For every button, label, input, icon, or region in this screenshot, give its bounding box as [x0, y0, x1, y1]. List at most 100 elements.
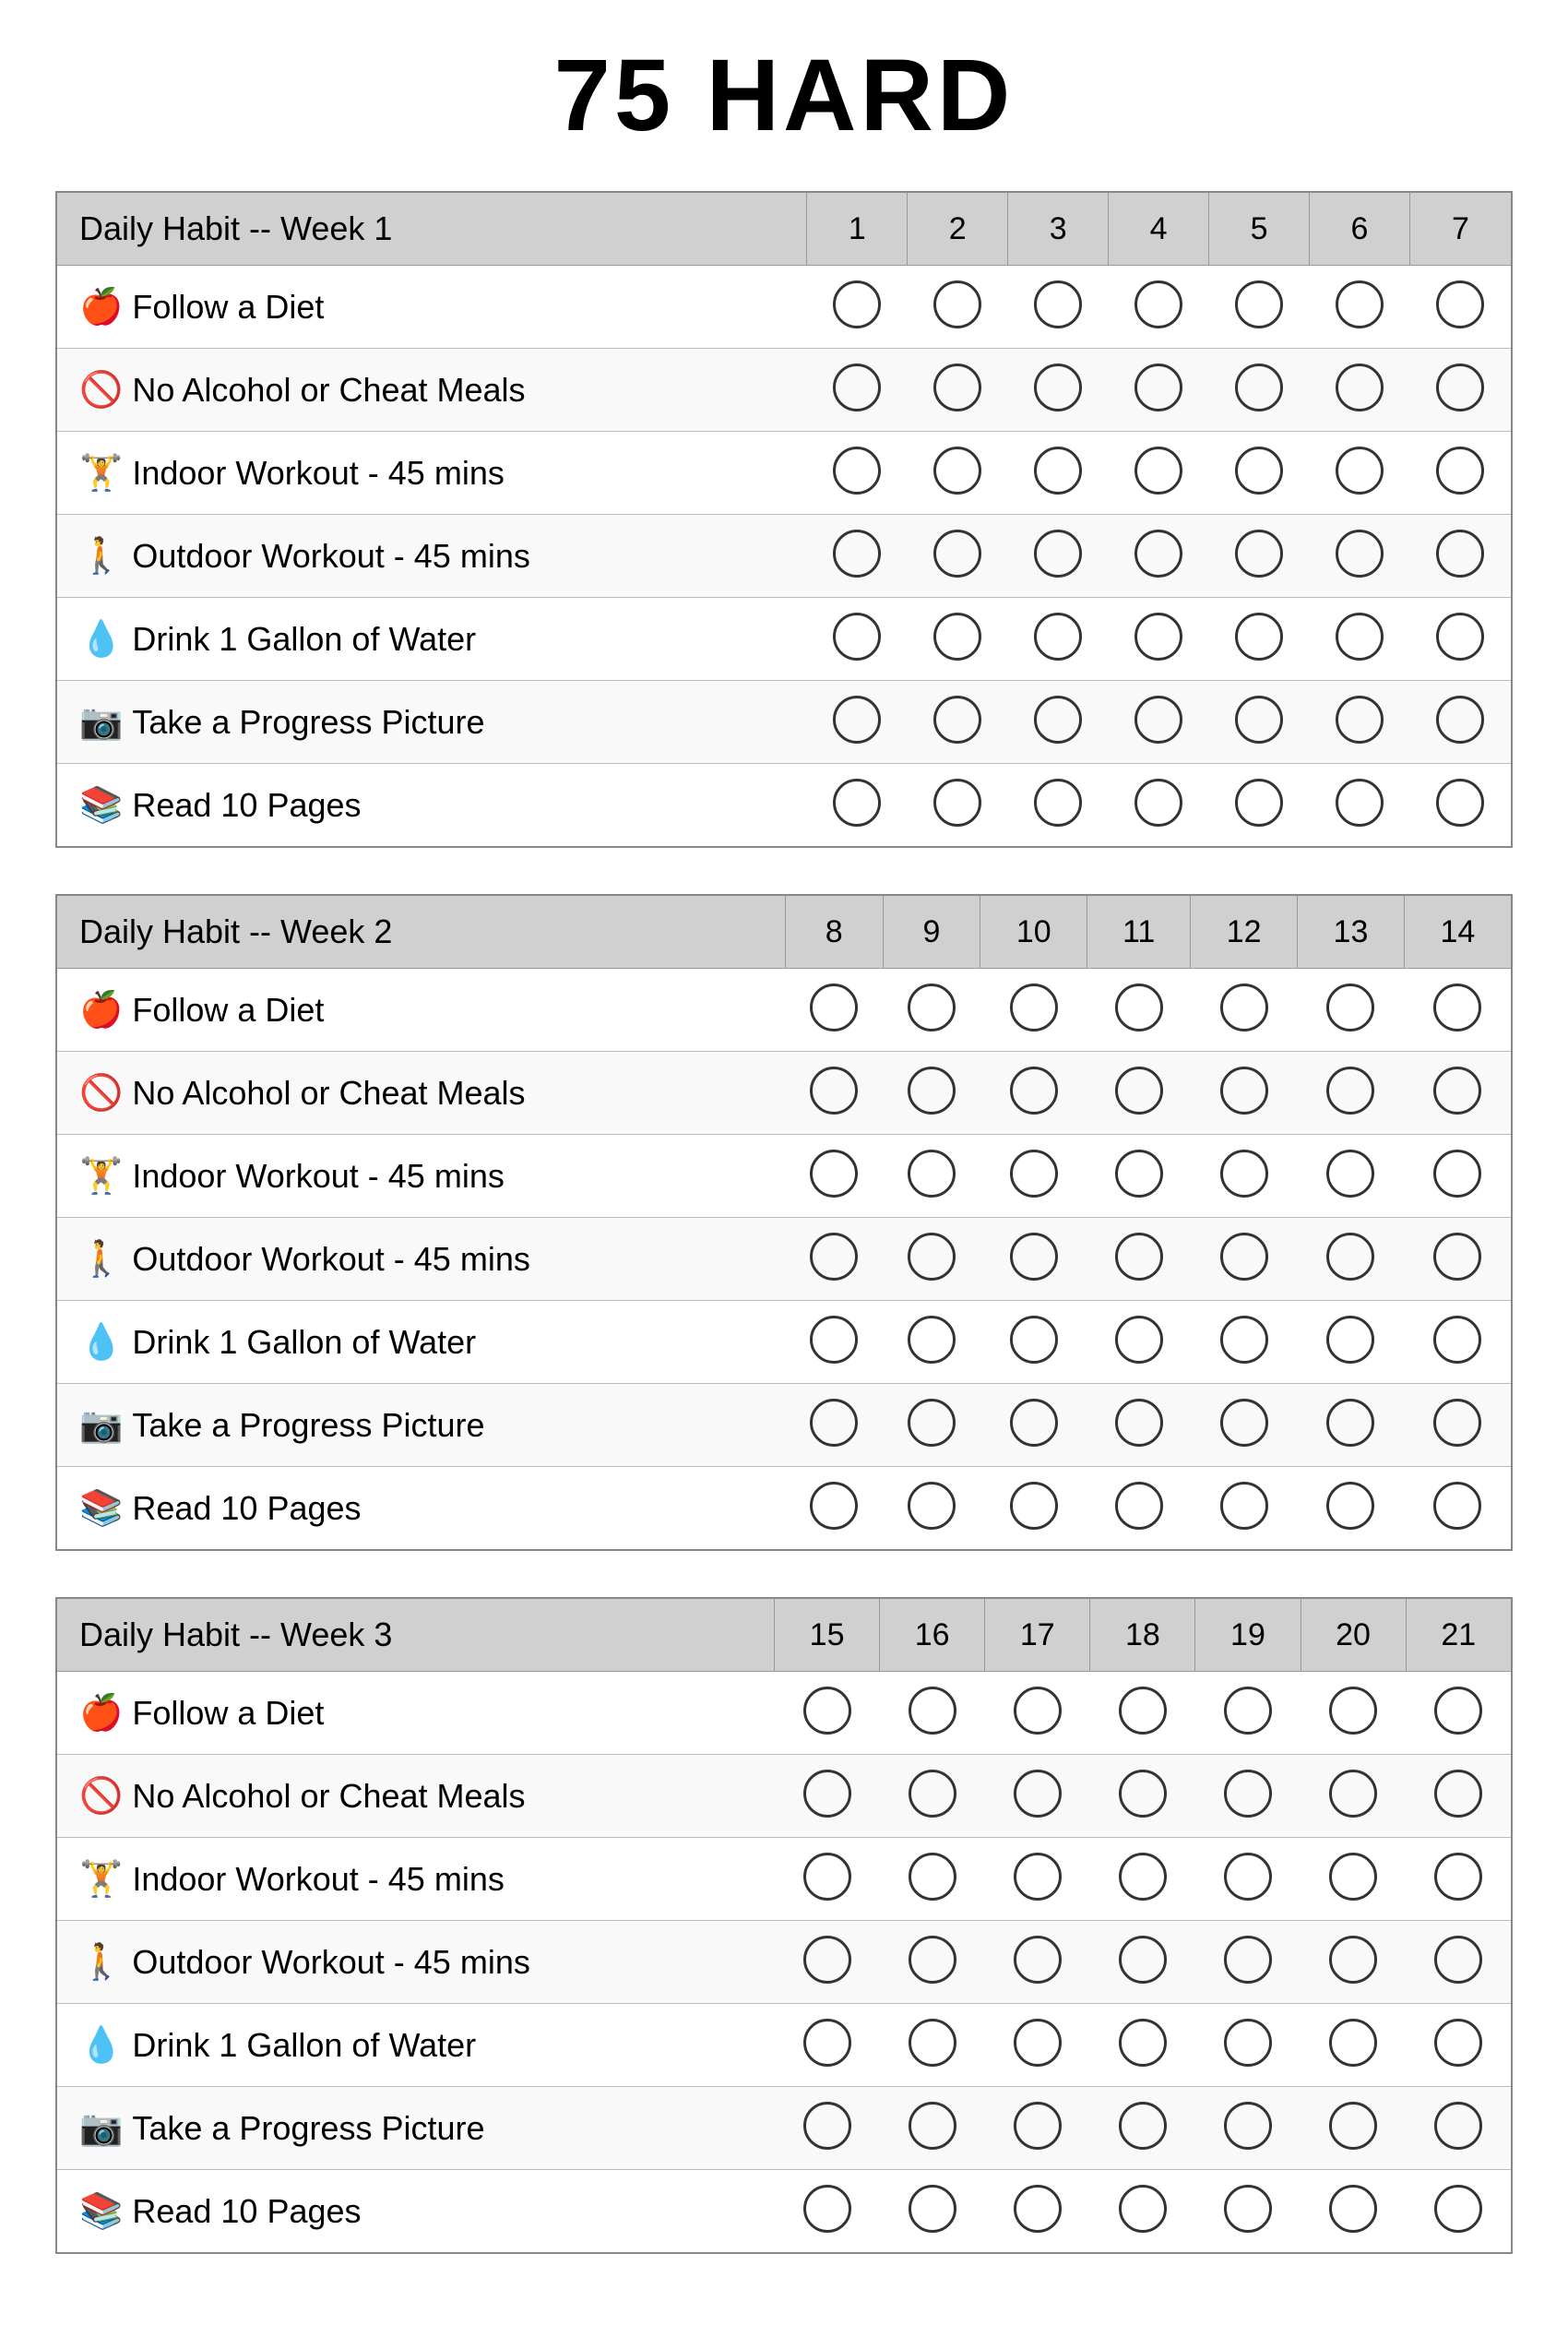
week-2-habit-1-day-11-cell[interactable] — [1087, 969, 1191, 1052]
week-2-habit-6-day-14-cell[interactable] — [1404, 1384, 1512, 1467]
week-2-habit-4-day-13-cell[interactable] — [1298, 1218, 1405, 1301]
checkbox-circle[interactable] — [1434, 1853, 1482, 1901]
week-3-habit-1-day-15-cell[interactable] — [775, 1672, 880, 1755]
week-3-habit-5-day-19-cell[interactable] — [1195, 2004, 1301, 2087]
week-3-habit-6-day-18-cell[interactable] — [1090, 2087, 1195, 2170]
week-3-habit-6-day-17-cell[interactable] — [985, 2087, 1090, 2170]
checkbox-circle[interactable] — [1235, 779, 1283, 827]
checkbox-circle[interactable] — [908, 1067, 956, 1115]
week-3-habit-2-day-21-cell[interactable] — [1406, 1755, 1512, 1838]
checkbox-circle[interactable] — [833, 696, 881, 744]
checkbox-circle[interactable] — [1010, 1067, 1058, 1115]
checkbox-circle[interactable] — [1115, 984, 1163, 1031]
week-2-habit-1-day-12-cell[interactable] — [1191, 969, 1298, 1052]
checkbox-circle[interactable] — [933, 364, 981, 411]
week-3-habit-7-day-15-cell[interactable] — [775, 2170, 880, 2254]
week-3-habit-4-day-19-cell[interactable] — [1195, 1921, 1301, 2004]
week-3-habit-3-day-19-cell[interactable] — [1195, 1838, 1301, 1921]
checkbox-circle[interactable] — [1336, 447, 1384, 495]
week-1-habit-5-day-1-cell[interactable] — [807, 598, 908, 681]
checkbox-circle[interactable] — [1224, 1853, 1272, 1901]
checkbox-circle[interactable] — [810, 1067, 858, 1115]
checkbox-circle[interactable] — [1010, 1399, 1058, 1447]
week-1-habit-3-day-7-cell[interactable] — [1409, 432, 1512, 515]
checkbox-circle[interactable] — [803, 2102, 851, 2150]
week-3-habit-4-day-15-cell[interactable] — [775, 1921, 880, 2004]
checkbox-circle[interactable] — [1014, 1687, 1062, 1735]
week-3-habit-3-day-21-cell[interactable] — [1406, 1838, 1512, 1921]
checkbox-circle[interactable] — [1220, 1233, 1268, 1281]
week-1-habit-2-day-1-cell[interactable] — [807, 349, 908, 432]
checkbox-circle[interactable] — [1326, 1067, 1374, 1115]
week-2-habit-1-day-14-cell[interactable] — [1404, 969, 1512, 1052]
checkbox-circle[interactable] — [1014, 1770, 1062, 1818]
week-3-habit-1-day-18-cell[interactable] — [1090, 1672, 1195, 1755]
checkbox-circle[interactable] — [833, 280, 881, 328]
week-2-habit-1-day-13-cell[interactable] — [1298, 969, 1405, 1052]
week-2-habit-3-day-13-cell[interactable] — [1298, 1135, 1405, 1218]
checkbox-circle[interactable] — [1119, 1853, 1167, 1901]
checkbox-circle[interactable] — [810, 984, 858, 1031]
week-2-habit-2-day-13-cell[interactable] — [1298, 1052, 1405, 1135]
checkbox-circle[interactable] — [933, 280, 981, 328]
checkbox-circle[interactable] — [1220, 984, 1268, 1031]
checkbox-circle[interactable] — [1115, 1316, 1163, 1364]
checkbox-circle[interactable] — [1329, 1936, 1377, 1984]
week-2-habit-4-day-9-cell[interactable] — [883, 1218, 980, 1301]
week-3-habit-7-day-16-cell[interactable] — [880, 2170, 985, 2254]
checkbox-circle[interactable] — [1433, 1150, 1481, 1198]
week-1-habit-1-day-6-cell[interactable] — [1310, 266, 1410, 349]
checkbox-circle[interactable] — [1224, 1770, 1272, 1818]
week-3-habit-3-day-17-cell[interactable] — [985, 1838, 1090, 1921]
week-2-habit-4-day-10-cell[interactable] — [980, 1218, 1087, 1301]
checkbox-circle[interactable] — [1433, 984, 1481, 1031]
checkbox-circle[interactable] — [1326, 1233, 1374, 1281]
checkbox-circle[interactable] — [1119, 1687, 1167, 1735]
week-3-habit-4-day-21-cell[interactable] — [1406, 1921, 1512, 2004]
checkbox-circle[interactable] — [1436, 696, 1484, 744]
week-2-habit-7-day-9-cell[interactable] — [883, 1467, 980, 1551]
week-2-habit-5-day-8-cell[interactable] — [785, 1301, 883, 1384]
week-2-habit-4-day-11-cell[interactable] — [1087, 1218, 1191, 1301]
checkbox-circle[interactable] — [1010, 984, 1058, 1031]
week-2-habit-1-day-8-cell[interactable] — [785, 969, 883, 1052]
week-1-habit-7-day-6-cell[interactable] — [1310, 764, 1410, 848]
week-2-habit-1-day-9-cell[interactable] — [883, 969, 980, 1052]
checkbox-circle[interactable] — [909, 2019, 956, 2067]
checkbox-circle[interactable] — [1014, 1853, 1062, 1901]
checkbox-circle[interactable] — [1329, 1853, 1377, 1901]
week-1-habit-7-day-1-cell[interactable] — [807, 764, 908, 848]
week-3-habit-6-day-15-cell[interactable] — [775, 2087, 880, 2170]
checkbox-circle[interactable] — [1115, 1482, 1163, 1530]
checkbox-circle[interactable] — [1326, 1316, 1374, 1364]
checkbox-circle[interactable] — [1119, 2019, 1167, 2067]
checkbox-circle[interactable] — [1220, 1150, 1268, 1198]
week-3-habit-2-day-15-cell[interactable] — [775, 1755, 880, 1838]
week-2-habit-6-day-13-cell[interactable] — [1298, 1384, 1405, 1467]
week-2-habit-5-day-14-cell[interactable] — [1404, 1301, 1512, 1384]
checkbox-circle[interactable] — [933, 447, 981, 495]
checkbox-circle[interactable] — [908, 1399, 956, 1447]
week-1-habit-6-day-5-cell[interactable] — [1209, 681, 1310, 764]
checkbox-circle[interactable] — [803, 1770, 851, 1818]
week-3-habit-3-day-20-cell[interactable] — [1301, 1838, 1406, 1921]
checkbox-circle[interactable] — [1014, 2019, 1062, 2067]
checkbox-circle[interactable] — [908, 1150, 956, 1198]
checkbox-circle[interactable] — [1235, 280, 1283, 328]
week-3-habit-7-day-21-cell[interactable] — [1406, 2170, 1512, 2254]
checkbox-circle[interactable] — [1220, 1067, 1268, 1115]
week-1-habit-2-day-6-cell[interactable] — [1310, 349, 1410, 432]
checkbox-circle[interactable] — [1010, 1316, 1058, 1364]
week-2-habit-2-day-14-cell[interactable] — [1404, 1052, 1512, 1135]
week-2-habit-4-day-8-cell[interactable] — [785, 1218, 883, 1301]
week-3-habit-3-day-18-cell[interactable] — [1090, 1838, 1195, 1921]
week-2-habit-5-day-10-cell[interactable] — [980, 1301, 1087, 1384]
week-2-habit-6-day-9-cell[interactable] — [883, 1384, 980, 1467]
week-1-habit-3-day-2-cell[interactable] — [908, 432, 1008, 515]
week-3-habit-3-day-16-cell[interactable] — [880, 1838, 985, 1921]
week-1-habit-5-day-6-cell[interactable] — [1310, 598, 1410, 681]
checkbox-circle[interactable] — [1220, 1482, 1268, 1530]
checkbox-circle[interactable] — [1436, 530, 1484, 578]
checkbox-circle[interactable] — [1134, 447, 1182, 495]
checkbox-circle[interactable] — [909, 1770, 956, 1818]
